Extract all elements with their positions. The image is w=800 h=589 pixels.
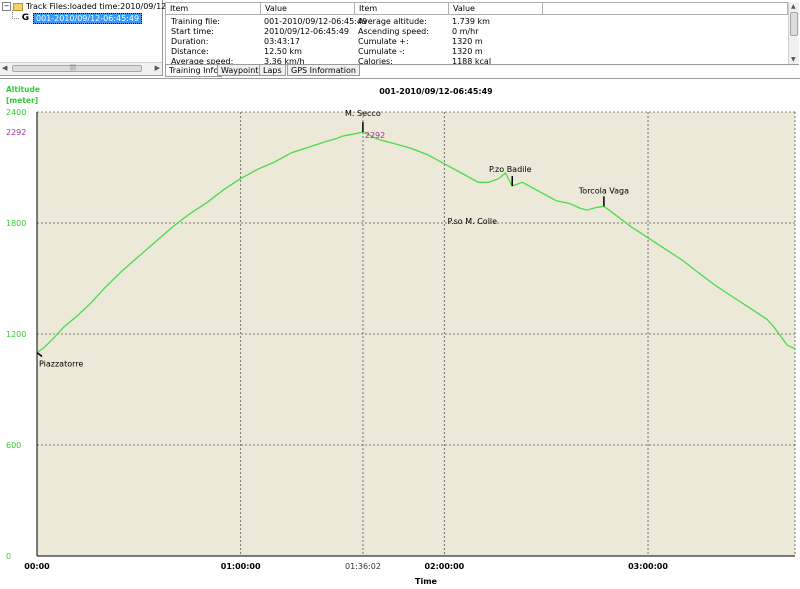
tree-root-item[interactable]: − Track Files:loaded time:2010/09/12-22-0… [2,2,192,11]
column-header-value[interactable]: Value [261,3,355,15]
table-cell: Distance: [171,47,209,56]
scroll-right-icon[interactable]: ▶ [155,64,160,72]
tree-horizontal-scrollbar[interactable]: ◀ ||| ▶ [0,62,162,75]
table-cell: 03:43:17 [264,37,300,46]
y-tick-label: 1200 [6,330,26,339]
y-tick-label: 0 [6,552,11,561]
y-tick-label: 1800 [6,219,26,228]
tree-item-label: 001-2010/09/12-06:45:49 [33,12,143,24]
table-cell: Duration: [171,37,209,46]
table-cell: 0 m/hr [452,27,479,36]
table-cell: 1.739 km [452,17,490,26]
annotation-label: Torcola Vaga [578,186,629,195]
annotation-label: P.zo Badile [489,165,532,174]
x-tick-label: 02:00:00 [424,562,464,571]
tree-item-training-file[interactable]: G 001-2010/09/12-06:45:49 [20,12,143,24]
y-axis-label: Altitude [6,85,40,94]
x-tick-label: 00:00 [24,562,50,571]
folder-icon [13,2,23,11]
tab-training-info[interactable]: Training Info [165,65,223,77]
collapse-icon[interactable]: − [2,2,11,11]
table-cell: Start time: [171,27,214,36]
gps-file-icon: G [21,13,30,23]
chart-title: 001-2010/09/12-06:45:49 [379,87,493,96]
x-tick-label: 03:00:00 [628,562,668,571]
y-tick-label: 2400 [6,108,26,117]
info-table: Item Value Item Value Training file: 001… [165,2,788,65]
scroll-grip-icon: ||| [70,64,77,71]
scroll-up-icon[interactable]: ▲ [791,3,796,10]
annotation-label: Piazzatorre [39,360,83,369]
tab-laps[interactable]: Laps [259,65,286,76]
x-tick-label: 01:00:00 [221,562,261,571]
table-cell: Cumulate +: [358,37,409,46]
column-header-blank [543,3,788,15]
x-tick-label: 01:36:02 [345,562,381,571]
annotation-label: M. Secco [345,109,381,118]
info-tabs: Training Info Waypoints Laps GPS Informa… [165,64,799,77]
tab-gps-information[interactable]: GPS Information [287,65,360,76]
tree-connector-branch [12,18,19,19]
column-header-item[interactable]: Item [166,3,261,15]
altitude-chart-area: 0 600 1200 1800 2400 2292 00:00 01:00:00 01:36:0… [0,78,800,589]
info-vertical-scrollbar[interactable]: ▲ ▼ [788,2,799,64]
table-cell: Cumulate -: [358,47,405,56]
track-tree-panel: − Track Files:loaded time:2010/09/12-22-0… [0,0,192,76]
table-cell: 12.50 km [264,47,302,56]
scroll-down-icon[interactable]: ▼ [791,56,796,63]
training-info-panel: Item Value Item Value Training file: 001… [165,0,800,77]
scroll-left-icon[interactable]: ◀ [2,64,7,72]
column-header-item[interactable]: Item [355,3,449,15]
table-cell: 2010/09/12-06:45:49 [264,27,349,36]
table-cell: 1320 m [452,37,483,46]
annotation-label: P.so M. Colle [448,217,498,226]
table-cell: Ascending speed: [358,27,429,36]
altitude-chart[interactable]: 0 600 1200 1800 2400 2292 00:00 01:00:00 01:36:0… [0,79,800,589]
scroll-thumb[interactable] [790,12,798,36]
column-header-value[interactable]: Value [449,3,543,15]
table-cell: 1320 m [452,47,483,56]
scroll-thumb[interactable] [12,65,142,72]
table-cell: Average altitude: [358,17,427,26]
y-tick-label-peak: 2292 [6,128,26,137]
y-tick-label: 600 [6,441,21,450]
x-axis-label: Time [415,577,438,586]
table-cell: 001-2010/09/12-06:45:49 [264,17,368,26]
y-axis-unit-label: [meter] [6,96,38,105]
table-cell: Training file: [171,17,220,26]
peak-value-label: 2292 [365,131,385,140]
